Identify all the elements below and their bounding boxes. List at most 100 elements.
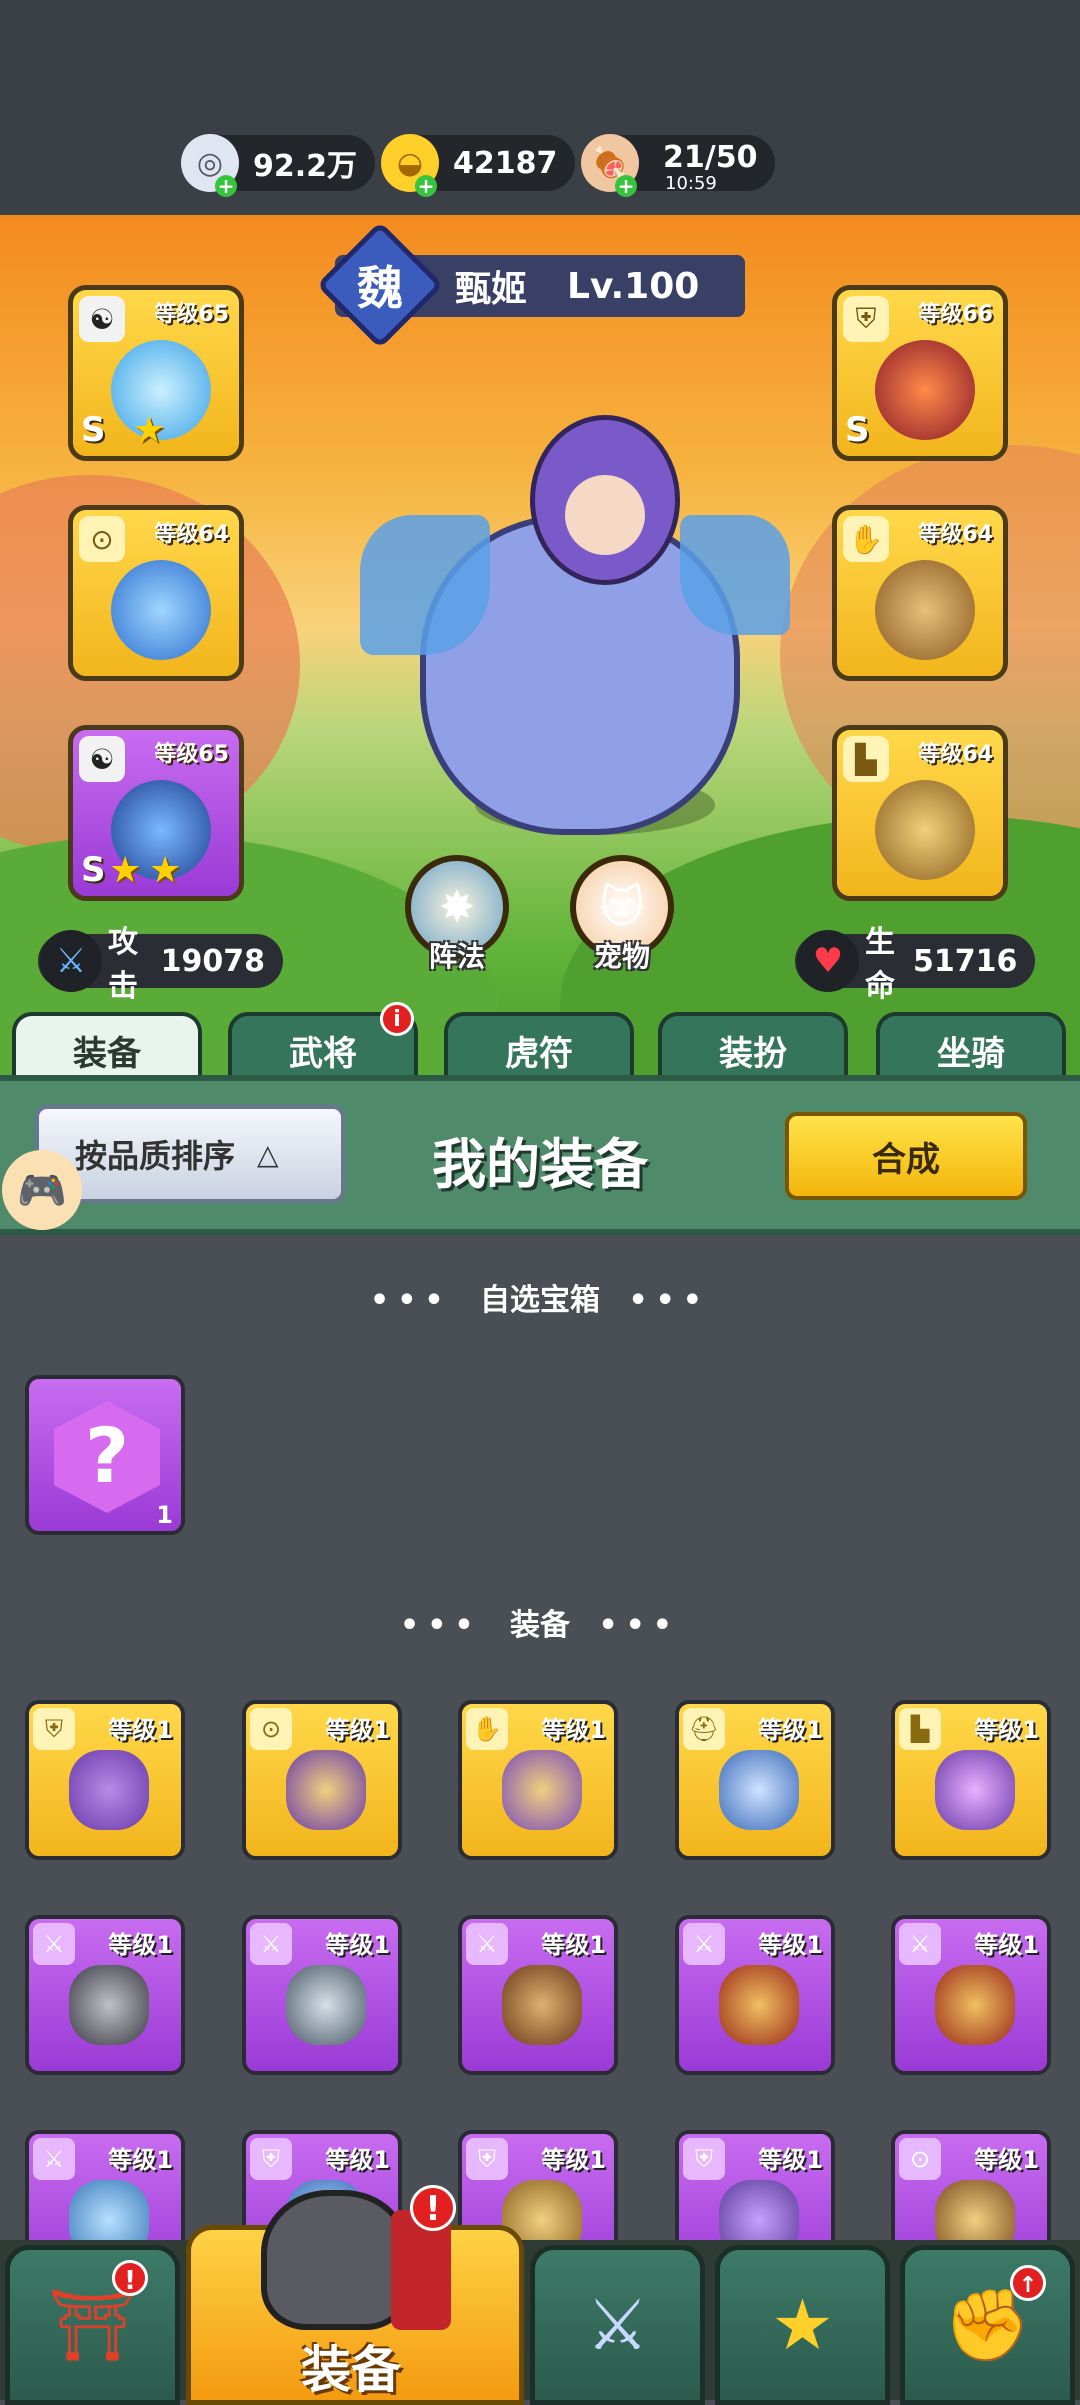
yin-yang-icon: ☯ [79,736,125,782]
notification-badge: i [380,1002,414,1036]
nav-shop-button[interactable]: ⛩ [5,2245,180,2405]
armor-icon [69,1750,149,1830]
boot-type-icon: ▙ [899,1708,941,1750]
rank-stars-icon: ★ [771,2284,834,2366]
question-mark-icon: ? [84,1411,130,1500]
gold-resource[interactable]: ◒ + 42187 [381,134,575,197]
gauntlet-slot[interactable]: ✋ 等级64 [832,505,1008,681]
grade-label: S [81,410,106,450]
equipment-item[interactable]: ⛑ 等级1 [675,1700,835,1860]
armor-type-icon: ⛨ [250,2138,292,2180]
helmet-slot[interactable]: ☯ 等级65 S ★ ★ [68,725,244,901]
gold-value: 42187 [453,145,558,181]
grade-label: S [845,410,870,450]
panel-title: 我的装备 [432,1133,648,1196]
equipment-item[interactable]: ▙ 等级1 [891,1700,1051,1860]
nav-equipment-button[interactable]: 装备 [186,2190,524,2405]
equipment-item[interactable]: ⚔ 等级1 [242,1915,402,2075]
equipment-item[interactable]: ⚔ 等级1 [25,1915,185,2075]
amulet-icon [111,560,211,660]
armor-type-icon: ⛨ [33,1708,75,1750]
dots-decoration: ••• [400,1608,482,1643]
hp-stat: ♥ 生命 51716 [795,925,1035,1004]
slot-level: 等级64 [918,742,993,767]
gun-icon [935,1965,1015,2045]
upgrade-arrow-icon: ↑ [1010,2265,1046,2301]
pet-label: 宠物 [593,940,650,973]
silver-value: 92.2万 [253,149,358,184]
hp-value: 51716 [913,943,1018,979]
boots-icon [935,1750,1015,1830]
faction-label: 魏 [357,261,403,315]
boots-slot[interactable]: ▙ 等级64 [832,725,1008,901]
crossed-swords-icon: ⚔ [586,2284,649,2366]
triangle-up-icon: △ [257,1137,279,1171]
medal-icon: ⊙ [250,1708,292,1750]
nav-equipment-label: 装备 [301,2341,401,2399]
armor-icon [875,340,975,440]
equipment-item[interactable]: ⚔ 等级1 [675,1915,835,2075]
dots-decoration: ••• [370,1283,452,1318]
tab-equipment[interactable]: 装备 [12,1012,202,1084]
combine-button[interactable]: 合成 [785,1112,1027,1200]
equipment-section-title: ••• 装备 ••• [400,1608,680,1643]
hero-level: Lv.100 [567,265,700,307]
equipment-item[interactable]: ⚔ 等级1 [458,1915,618,2075]
slot-level: 等级64 [918,522,993,547]
armor-slot[interactable]: ⛨ 等级66 S [832,285,1008,461]
add-gold-icon[interactable]: + [415,175,437,197]
tab-tiger-tally[interactable]: 虎符 [444,1012,634,1084]
star-icon: ★ [109,850,142,891]
sort-label: 按品质排序 [75,1137,236,1175]
stamina-resource[interactable]: 🍖 + 21/50 10:59 [581,134,775,197]
dots-decoration: ••• [598,1608,680,1643]
star-icon: ★ [149,850,182,891]
grade-label: S [81,850,106,890]
chest-section-title: ••• 自选宝箱 ••• [370,1283,710,1318]
heart-icon: ♥ [797,930,859,992]
silver-resource[interactable]: ◎ + 92.2万 [181,134,375,197]
helmet-icon [719,1750,799,1830]
gun-icon [719,1965,799,2045]
hero-name: 甄姬 [455,269,528,310]
dots-decoration: ••• [628,1283,710,1318]
equipment-item[interactable]: ✋ 等级1 [458,1700,618,1860]
gauntlet-type-icon: ✋ [466,1708,508,1750]
tab-costume[interactable]: 装扮 [658,1012,848,1084]
chest-count: 1 [156,1501,173,1529]
amulet-slot[interactable]: ⊙ 等级64 [68,505,244,681]
armor-type-icon: ⛨ [843,296,889,342]
notification-badge: ! [112,2260,148,2296]
cat-icon: 🐱 [599,881,645,933]
sword-icon: ⚔ [40,930,102,992]
equipment-item[interactable]: ⊙ 等级1 [242,1700,402,1860]
attack-label: 攻击 [108,925,138,1004]
amulet-icon [286,1750,366,1830]
equipment-item[interactable]: ⚔ 等级1 [891,1915,1051,2075]
armor-type-icon: ⛨ [466,2138,508,2180]
stamina-timer: 10:59 [665,173,717,194]
gamepad-icon[interactable]: 🎮 [2,1150,82,1230]
add-silver-icon[interactable]: + [215,175,237,197]
medal-icon: ⊙ [899,2138,941,2180]
nav-upgrade-button[interactable]: ✊ [900,2245,1075,2405]
nav-battle-button[interactable]: ⚔ [530,2245,705,2405]
star-icon: ★ [133,410,166,451]
sword-type-icon: ⚔ [899,1923,941,1965]
selectable-chest-item[interactable]: ? 1 [25,1375,185,1535]
equipment-item[interactable]: ⛨ 等级1 [25,1700,185,1860]
notification-badge: ! [410,2185,456,2231]
crossbow-icon [502,1965,582,2045]
sword-type-icon: ⚔ [250,1923,292,1965]
helmet-type-icon: ⛑ [683,1708,725,1750]
weapon-slot[interactable]: ☯ 等级65 S ★ [68,285,244,461]
attack-value: 19078 [160,943,265,979]
add-stamina-icon[interactable]: + [615,175,637,197]
boot-type-icon: ▙ [843,736,889,782]
tab-mount[interactable]: 坐骑 [876,1012,1066,1084]
medal-icon: ⊙ [79,516,125,562]
sword-type-icon: ⚔ [33,2138,75,2180]
shuriken-icon [69,1965,149,2045]
nav-rank-button[interactable]: ★ [715,2245,890,2405]
attack-stat: ⚔ 攻击 19078 [38,925,283,1004]
